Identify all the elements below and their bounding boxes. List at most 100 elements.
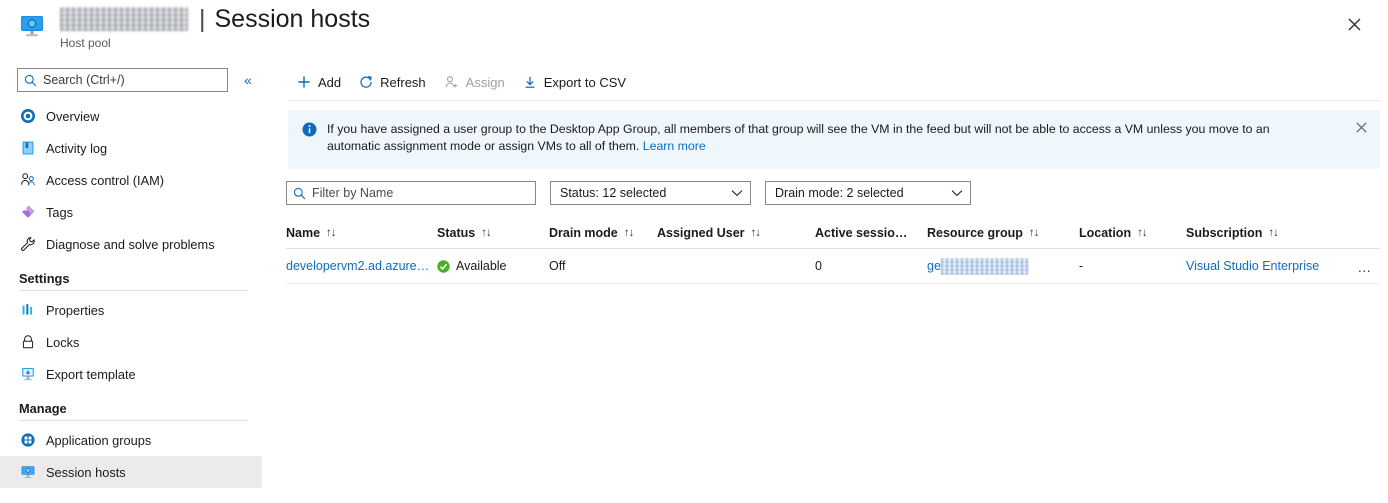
divider	[19, 290, 248, 291]
dismiss-banner-button[interactable]	[1352, 118, 1370, 136]
filter-by-name-input[interactable]: Filter by Name	[286, 181, 536, 205]
search-icon	[24, 74, 37, 87]
cell-name: developervm2.ad.azure…	[286, 259, 437, 273]
sidebar-item-session-hosts[interactable]: Session hosts	[0, 456, 262, 488]
sidebar-group-title: Settings	[19, 271, 70, 286]
sidebar-item-label: Session hosts	[46, 464, 126, 480]
application-groups-icon	[19, 431, 37, 449]
session-host-link[interactable]: developervm2.ad.azure…	[286, 259, 429, 273]
title-separator: |	[199, 4, 206, 33]
assign-button: Assign	[435, 68, 514, 96]
cell-resource-group: ge	[927, 257, 1079, 275]
assign-user-icon	[444, 75, 459, 89]
table-header-row: Name ↑↓ Status ↑↓ Drain mode ↑↓ Assigned…	[286, 218, 1380, 248]
add-button-label: Add	[318, 74, 342, 90]
redacted-host-pool-name	[60, 7, 188, 31]
learn-more-link[interactable]: Learn more	[643, 139, 706, 153]
export-button-label: Export to CSV	[543, 74, 627, 90]
diagnose-icon	[19, 235, 37, 253]
info-banner-text: If you have assigned a user group to the…	[327, 121, 1312, 155]
table-row[interactable]: developervm2.ad.azure… Available Off 0 g…	[286, 249, 1380, 283]
status-badge: Available	[456, 259, 507, 273]
filter-by-name-placeholder: Filter by Name	[312, 186, 394, 200]
refresh-button-label: Refresh	[380, 74, 426, 90]
sidebar-item-properties[interactable]: Properties	[0, 294, 262, 326]
add-button[interactable]: Add	[288, 68, 350, 96]
search-input[interactable]: Search (Ctrl+/)	[17, 68, 228, 92]
sidebar-item-locks[interactable]: Locks	[0, 326, 262, 358]
plus-icon	[297, 75, 311, 89]
column-header-label: Location	[1079, 226, 1132, 240]
column-header-label: Drain mode	[549, 226, 618, 240]
row-context-menu-button[interactable]: …	[1354, 258, 1376, 276]
column-header-label: Active sessio…	[815, 226, 908, 240]
column-header-resource-group[interactable]: Resource group ↑↓	[927, 226, 1079, 240]
available-check-icon	[437, 259, 450, 273]
close-blade-button[interactable]	[1340, 10, 1368, 38]
info-banner: If you have assigned a user group to the…	[288, 110, 1380, 169]
sidebar-item-label: Overview	[46, 108, 100, 124]
column-header-subscription[interactable]: Subscription ↑↓	[1186, 226, 1346, 240]
sort-icon: ↑↓	[623, 227, 634, 239]
sidebar-item-application-groups[interactable]: Application groups	[0, 424, 262, 456]
session-hosts-icon	[19, 463, 37, 481]
sidebar-item-label: Locks	[46, 334, 80, 350]
sidebar-item-overview[interactable]: Overview	[0, 100, 262, 132]
tags-icon	[19, 203, 37, 221]
sidebar-item-export-template[interactable]: Export template	[0, 358, 262, 390]
assign-button-label: Assign	[465, 74, 505, 90]
column-header-location[interactable]: Location ↑↓	[1079, 226, 1186, 240]
sidebar-item-label: Access control (IAM)	[46, 172, 165, 188]
collapse-sidebar-button[interactable]: «	[238, 69, 258, 91]
column-header-label: Subscription	[1186, 226, 1263, 240]
column-header-status[interactable]: Status ↑↓	[437, 226, 549, 240]
divider	[19, 420, 248, 421]
export-template-icon	[19, 365, 37, 383]
virtual-desktop-host-pool-icon	[17, 11, 47, 41]
sort-icon: ↑↓	[1137, 227, 1147, 239]
lock-icon	[19, 333, 37, 351]
command-bar-divider	[288, 100, 1380, 101]
cell-status: Available	[437, 259, 549, 273]
subscription-link[interactable]: Visual Studio Enterprise	[1186, 259, 1319, 273]
status-filter-dropdown[interactable]: Status: 12 selected	[550, 181, 751, 205]
info-icon	[302, 122, 317, 142]
chevron-double-left-icon: «	[244, 72, 252, 88]
activity-log-icon	[19, 139, 37, 157]
sidebar-search: Search (Ctrl+/)	[17, 68, 228, 92]
sidebar-nav: Overview Activity log Access control (IA…	[0, 100, 278, 488]
refresh-icon	[359, 75, 373, 89]
filter-bar: Filter by Name Status: 12 selected Drain…	[286, 181, 985, 205]
blade-content: Add Refresh Assign Export to CSV If you …	[278, 60, 1388, 503]
sidebar-group-settings: Settings	[0, 271, 262, 291]
column-header-name[interactable]: Name ↑↓	[286, 226, 437, 240]
sidebar-item-activity-log[interactable]: Activity log	[0, 132, 262, 164]
column-header-assigned-user[interactable]: Assigned User ↑↓	[657, 226, 815, 240]
sort-icon: ↑↓	[481, 227, 491, 239]
cell-subscription: Visual Studio Enterprise	[1186, 259, 1346, 273]
column-header-active-sessions[interactable]: Active sessio…	[815, 226, 927, 240]
blade-sidebar: Search (Ctrl+/) « Overview Activity log …	[0, 60, 278, 503]
cell-drain-mode: Off	[549, 259, 566, 273]
info-banner-message: If you have assigned a user group to the…	[327, 122, 1270, 153]
divider	[286, 283, 1380, 284]
page-title: | Session hosts	[60, 2, 370, 36]
sidebar-item-diagnose[interactable]: Diagnose and solve problems	[0, 228, 262, 260]
sort-icon: ↑↓	[1268, 227, 1278, 239]
search-icon	[293, 187, 306, 200]
export-to-csv-button[interactable]: Export to CSV	[514, 68, 635, 96]
sidebar-item-label: Diagnose and solve problems	[46, 236, 215, 252]
refresh-button[interactable]: Refresh	[350, 68, 435, 96]
sidebar-item-access-control[interactable]: Access control (IAM)	[0, 164, 262, 196]
column-header-drain-mode[interactable]: Drain mode ↑↓	[549, 226, 657, 240]
sort-icon: ↑↓	[750, 227, 761, 239]
resource-group-link[interactable]: ge	[927, 259, 941, 273]
download-icon	[523, 75, 537, 89]
cell-active-sessions: 0	[815, 259, 822, 273]
sidebar-item-label: Tags	[46, 204, 74, 220]
drain-mode-filter-dropdown[interactable]: Drain mode: 2 selected	[765, 181, 971, 205]
column-header-label: Assigned User	[657, 226, 745, 240]
sidebar-group-manage: Manage	[0, 401, 262, 421]
status-filter-label: Status: 12 selected	[560, 186, 667, 200]
sidebar-item-tags[interactable]: Tags	[0, 196, 262, 228]
